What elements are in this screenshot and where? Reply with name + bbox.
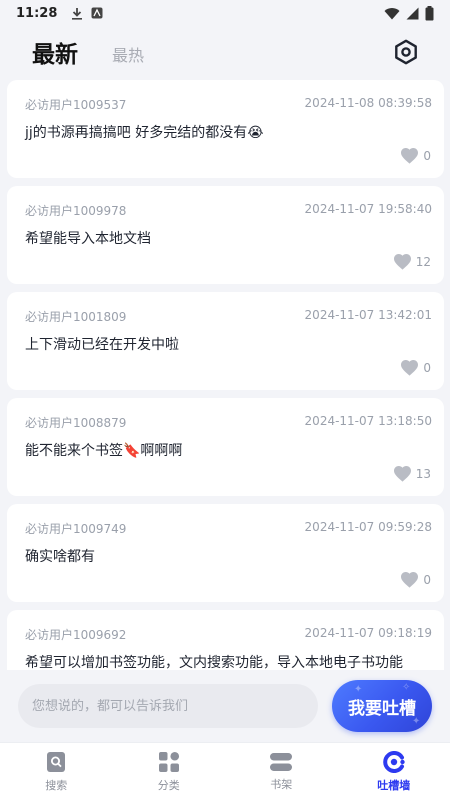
- nav-item-search[interactable]: 搜索: [0, 743, 113, 800]
- post-content: 希望能导入本地文档: [25, 231, 151, 247]
- battery-icon: [425, 5, 434, 20]
- post-username: 必访用户1001809: [25, 310, 127, 324]
- sparkle-icon: ✦: [412, 716, 421, 727]
- post-content: 确实啥都有: [25, 549, 95, 565]
- post-date: 2024-11-07 13:18:50: [304, 414, 432, 428]
- settings-button[interactable]: [392, 38, 420, 66]
- nav-label-category: 分类: [157, 778, 180, 792]
- heart-icon: [401, 572, 419, 588]
- comment-composer: ✦ ✧ ✦ 我要吐槽: [0, 670, 450, 742]
- post-content: 能不能来个书签🔖啊啊啊: [25, 443, 183, 459]
- like-count: 0: [423, 572, 431, 587]
- like-count: 12: [415, 254, 431, 269]
- nav-item-category[interactable]: 分类: [113, 743, 226, 800]
- header: 最新 最热: [0, 26, 450, 78]
- post-content: 希望可以增加书签功能，文内搜索功能，导入本地电子书功能: [25, 655, 403, 671]
- heart-icon: [401, 148, 419, 164]
- nav-label-feedback-wall: 吐槽墙: [377, 778, 411, 792]
- feedback-wall-icon: [383, 750, 405, 773]
- post-content: jj的书源再搞搞吧 好多完结的都没有😭: [25, 125, 264, 141]
- post-card[interactable]: 必访用户1009537 2024-11-08 08:39:58 jj的书源再搞搞…: [7, 80, 444, 178]
- nav-item-bookshelf[interactable]: 书架: [225, 743, 338, 800]
- post-date: 2024-11-07 19:58:40: [304, 202, 432, 216]
- post-card[interactable]: 必访用户1008879 2024-11-07 13:18:50 能不能来个书签🔖…: [7, 398, 444, 496]
- wifi-icon: [384, 7, 400, 20]
- post-card[interactable]: 必访用户1009749 2024-11-07 09:59:28 确实啥都有 0: [7, 504, 444, 602]
- sparkle-icon: ✧: [402, 682, 411, 693]
- like-button[interactable]: 13: [393, 465, 431, 482]
- post-username: 必访用户1009749: [25, 522, 127, 536]
- heart-icon: [393, 254, 411, 270]
- signal-icon: [406, 7, 419, 19]
- comment-input[interactable]: [18, 684, 318, 728]
- bookshelf-icon: [270, 752, 293, 771]
- heart-icon: [401, 360, 419, 376]
- post-date: 2024-11-07 09:18:19: [304, 626, 432, 640]
- post-username: 必访用户1009692: [25, 628, 127, 642]
- nav-label-search: 搜索: [45, 778, 68, 792]
- download-icon: [72, 7, 83, 20]
- post-card[interactable]: 必访用户1001809 2024-11-07 13:42:01 上下滑动已经在开…: [7, 292, 444, 390]
- heart-icon: [393, 466, 411, 482]
- post-content: 上下滑动已经在开发中啦: [25, 337, 179, 353]
- submit-feedback-button[interactable]: ✦ ✧ ✦ 我要吐槽: [332, 680, 432, 732]
- post-username: 必访用户1009537: [25, 98, 127, 112]
- post-date: 2024-11-07 13:42:01: [304, 308, 432, 322]
- post-username: 必访用户1009978: [25, 204, 127, 218]
- sparkle-icon: ✦: [354, 684, 363, 695]
- bottom-nav: 搜索 分类 书架 吐槽墙: [0, 742, 450, 800]
- category-grid-icon: [158, 751, 179, 772]
- tab-hot[interactable]: 最热: [112, 42, 144, 66]
- submit-feedback-label: 我要吐槽: [348, 698, 416, 719]
- status-bar: 11:28: [0, 0, 450, 26]
- like-count: 13: [415, 466, 431, 481]
- like-button[interactable]: 0: [400, 571, 431, 588]
- search-icon: [47, 751, 66, 772]
- post-username: 必访用户1008879: [25, 416, 127, 430]
- hexagon-settings-icon: [395, 39, 417, 65]
- like-count: 0: [423, 148, 431, 163]
- like-count: 0: [423, 360, 431, 375]
- status-time: 11:28: [16, 5, 58, 21]
- app-notification-icon: [91, 7, 103, 19]
- like-button[interactable]: 12: [393, 253, 431, 270]
- post-date: 2024-11-08 08:39:58: [304, 96, 432, 110]
- post-date: 2024-11-07 09:59:28: [304, 520, 432, 534]
- like-button[interactable]: 0: [400, 359, 431, 376]
- like-button[interactable]: 0: [400, 147, 431, 164]
- nav-item-feedback-wall[interactable]: 吐槽墙: [338, 743, 450, 800]
- feedback-feed[interactable]: 必访用户1009537 2024-11-08 08:39:58 jj的书源再搞搞…: [0, 80, 450, 680]
- post-card[interactable]: 必访用户1009978 2024-11-07 19:58:40 希望能导入本地文…: [7, 186, 444, 284]
- nav-label-bookshelf: 书架: [270, 777, 293, 791]
- tab-latest[interactable]: 最新: [32, 35, 78, 69]
